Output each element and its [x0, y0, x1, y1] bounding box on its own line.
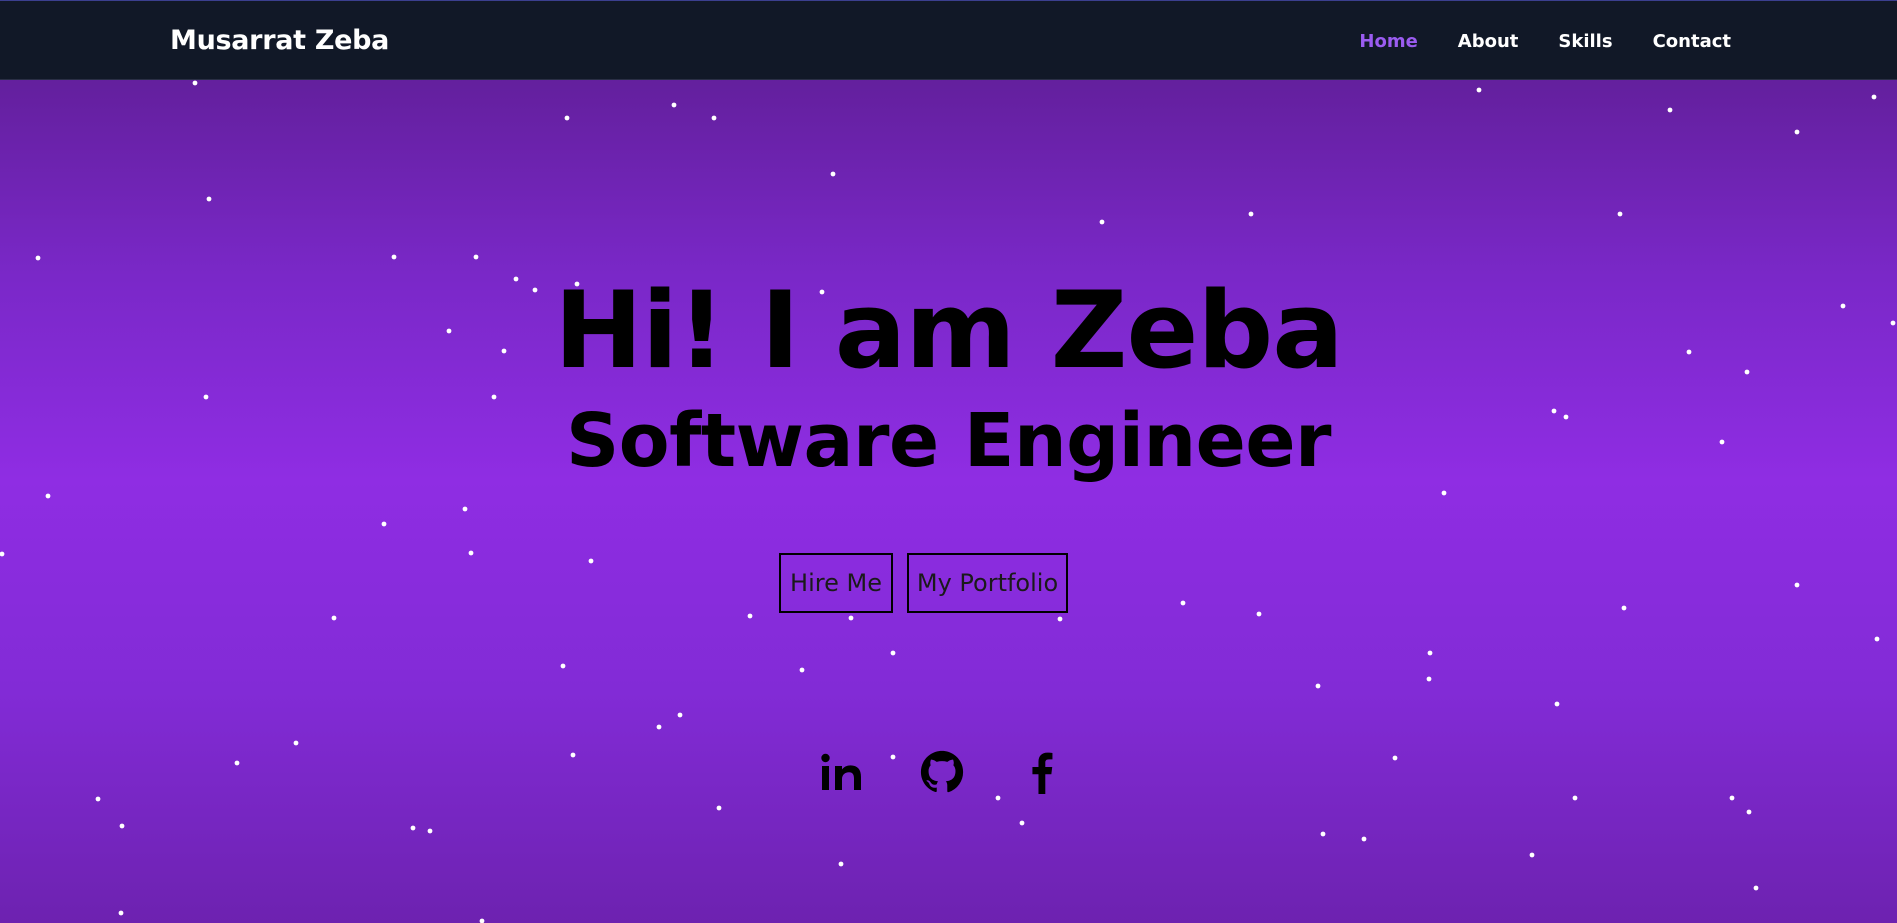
nav-link-about[interactable]: About	[1458, 31, 1519, 52]
linkedin-link[interactable]	[818, 748, 866, 796]
my-portfolio-button[interactable]: My Portfolio	[907, 553, 1068, 613]
hero-subtitle: Software Engineer	[565, 398, 1332, 484]
linkedin-icon	[821, 753, 861, 790]
facebook-link[interactable]	[1018, 748, 1066, 796]
hero-title: Hi! I am Zeba	[554, 269, 1344, 392]
top-navbar: Musarrat Zeba Home About Skills Contact	[0, 0, 1897, 80]
nav-link-home[interactable]: Home	[1359, 31, 1417, 52]
hero-section: Hi! I am Zeba Software Engineer Hire Me …	[0, 0, 1897, 923]
facebook-icon	[1032, 752, 1053, 794]
nav-link-skills[interactable]: Skills	[1558, 31, 1612, 52]
hire-me-button[interactable]: Hire Me	[779, 553, 893, 613]
nav-link-contact[interactable]: Contact	[1653, 31, 1731, 52]
site-brand[interactable]: Musarrat Zeba	[170, 25, 389, 56]
github-link[interactable]	[918, 748, 966, 796]
github-icon	[920, 750, 964, 793]
nav-menu: Home About Skills Contact	[1359, 31, 1731, 52]
